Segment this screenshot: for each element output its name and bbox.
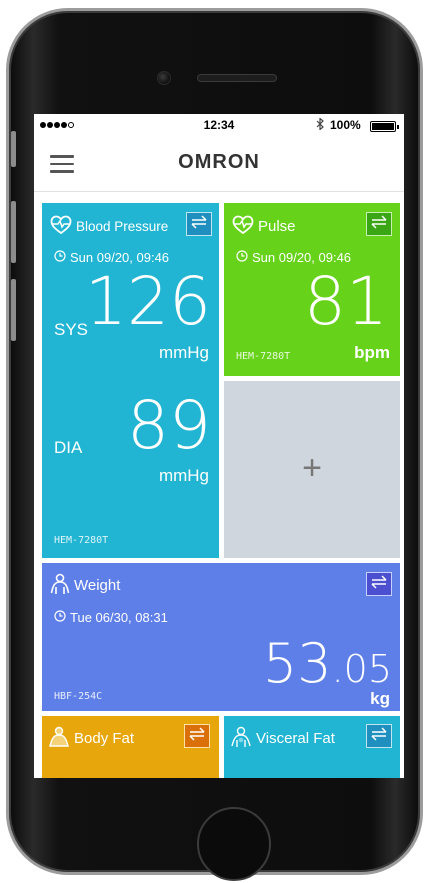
app-screen: 12:34 100% OMRON Blood Pressure Sun 09/2… [34, 114, 404, 778]
pulse-label: Pulse [258, 218, 296, 235]
blood-pressure-label: Blood Pressure [76, 219, 169, 234]
clock-icon [54, 610, 66, 625]
pulse-value: 81 [304, 263, 388, 340]
person-icon [230, 726, 252, 751]
add-tile-button[interactable]: + [224, 381, 400, 558]
clock-icon [54, 250, 66, 265]
pulse-title: Pulse [232, 215, 296, 238]
body-fat-label: Body Fat [74, 730, 135, 747]
omron-logo: OMRON [178, 151, 260, 173]
weight-unit: kg [370, 689, 390, 708]
sys-value: 126 [85, 263, 211, 340]
weight-date: Tue 06/30, 08:31 [54, 610, 168, 625]
battery-percent: 100% [330, 118, 361, 132]
sys-unit: mmHg [158, 343, 209, 362]
pulse-unit: bpm [354, 343, 390, 362]
swap-arrows-icon [371, 574, 387, 594]
swap-arrows-icon [371, 214, 387, 234]
swap-device-button-bp[interactable] [186, 212, 212, 236]
weight-device-model: HBF-254C [54, 691, 103, 702]
front-camera [157, 71, 171, 85]
weight-label: Weight [74, 577, 121, 594]
mute-switch [11, 131, 16, 167]
heart-pulse-icon [232, 215, 254, 238]
body-fat-tile[interactable]: Body Fat [42, 716, 219, 778]
swap-device-button-pulse[interactable] [366, 212, 392, 236]
person-icon [50, 573, 70, 598]
volume-up-button [11, 201, 16, 263]
heart-pulse-icon [50, 215, 72, 238]
swap-device-button-body-fat[interactable] [184, 724, 210, 748]
sys-label: SYS [54, 320, 89, 339]
body-fat-title: Body Fat [48, 726, 134, 751]
blood-pressure-title: Blood Pressure [50, 215, 168, 238]
visceral-fat-label: Visceral Fat [256, 730, 335, 747]
plus-icon: + [302, 449, 322, 487]
dia-unit: mmHg [158, 466, 209, 485]
battery-icon [370, 121, 399, 132]
status-bar: 12:34 100% [34, 114, 404, 136]
swap-arrows-icon [371, 726, 387, 746]
earpiece-speaker [197, 74, 277, 82]
home-button[interactable] [197, 807, 271, 881]
app-header: OMRON [34, 136, 404, 192]
pulse-device-model: HEM-7280T [236, 351, 291, 362]
swap-device-button-weight[interactable] [366, 572, 392, 596]
weight-value-decimal: .05 [331, 647, 392, 691]
dia-label: DIA [54, 438, 83, 457]
pulse-tile[interactable]: Pulse Sun 09/20, 09:46 81 bpm HEM-7280T [224, 203, 400, 376]
swap-arrows-icon [189, 726, 205, 746]
visceral-fat-title: Visceral Fat [230, 726, 335, 751]
weight-title: Weight [50, 573, 120, 598]
weight-value-integer: 53 [262, 632, 332, 695]
weight-date-text: Tue 06/30, 08:31 [70, 610, 168, 625]
person-icon [48, 726, 70, 751]
volume-down-button [11, 279, 16, 341]
dia-value: 89 [127, 387, 211, 464]
clock-icon [236, 250, 248, 265]
bp-device-model: HEM-7280T [54, 535, 109, 546]
visceral-fat-tile[interactable]: Visceral Fat [224, 716, 400, 778]
swap-arrows-icon [191, 214, 207, 234]
swap-device-button-visceral-fat[interactable] [366, 724, 392, 748]
blood-pressure-tile[interactable]: Blood Pressure Sun 09/20, 09:46 SYS 126 … [42, 203, 219, 558]
weight-tile[interactable]: Weight Tue 06/30, 08:31 53 .05 kg HBF-25… [42, 563, 400, 711]
bluetooth-icon [316, 117, 324, 133]
weight-value: 53 .05 [263, 637, 392, 691]
